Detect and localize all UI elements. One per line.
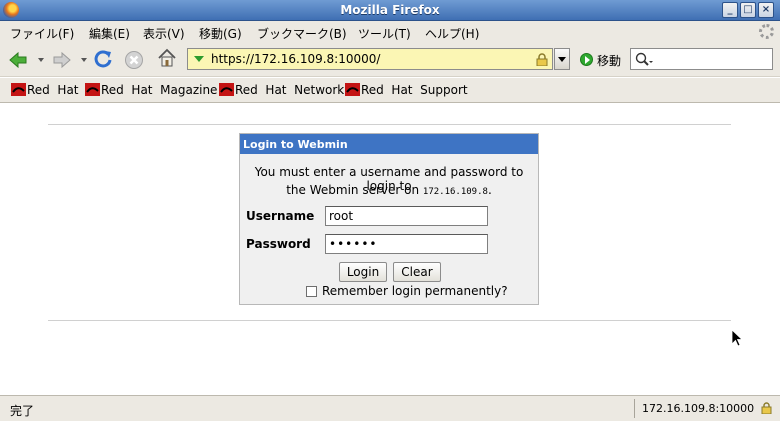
- login-message-prefix: the Webmin server on: [286, 183, 423, 197]
- password-label: Password: [246, 237, 311, 251]
- close-button[interactable]: ×: [758, 2, 774, 18]
- login-heading: Login to Webmin: [240, 134, 538, 154]
- menu-view[interactable]: 表示(V): [143, 25, 185, 42]
- bookmark-red-hat-support[interactable]: Red Hat Support: [361, 83, 468, 97]
- status-text: 完了: [10, 404, 35, 418]
- clear-button[interactable]: Clear: [393, 262, 441, 282]
- menu-tools[interactable]: ツール(T): [358, 25, 411, 42]
- username-label: Username: [246, 209, 315, 223]
- minimize-button[interactable]: _: [722, 2, 738, 18]
- go-button-label[interactable]: 移動: [597, 52, 621, 69]
- status-bar: 完了 172.16.109.8:10000: [0, 395, 780, 421]
- status-address: 172.16.109.8:10000: [642, 402, 755, 415]
- redhat-icon: [11, 83, 26, 96]
- divider-top: [48, 124, 731, 125]
- title-bar: Mozilla Firefox _ □ ×: [0, 0, 780, 21]
- username-field[interactable]: root: [325, 206, 488, 226]
- bookmark-red-hat-magazine[interactable]: Red Hat Magazine: [101, 83, 217, 97]
- login-message-suffix: .: [487, 183, 492, 197]
- padlock-icon[interactable]: [536, 53, 548, 66]
- bookmarks-toolbar: Red Hat Red Hat Magazine Red Hat Network…: [0, 78, 780, 103]
- remember-checkbox[interactable]: [306, 286, 317, 297]
- menu-file[interactable]: ファイル(F): [10, 25, 74, 42]
- window-title: Mozilla Firefox: [340, 3, 440, 17]
- menu-bar: ファイル(F) 編集(E) 表示(V) 移動(G) ブックマーク(B) ツール(…: [0, 21, 780, 43]
- redhat-icon: [85, 83, 100, 96]
- page-content: Login to Webmin You must enter a usernam…: [0, 104, 780, 395]
- search-input[interactable]: [630, 48, 773, 70]
- url-text[interactable]: https://172.16.109.8:10000/: [211, 52, 380, 66]
- menu-bookmarks[interactable]: ブックマーク(B): [257, 25, 347, 42]
- remember-label[interactable]: Remember login permanently?: [322, 284, 508, 298]
- menu-edit[interactable]: 編集(E): [89, 25, 130, 42]
- reload-icon[interactable]: [93, 49, 113, 69]
- home-icon[interactable]: [157, 48, 177, 68]
- redhat-icon: [219, 83, 234, 96]
- back-dropdown-icon[interactable]: [38, 58, 44, 62]
- padlock-icon[interactable]: [761, 402, 772, 414]
- server-ip: 172.16.109.8: [422, 187, 488, 197]
- back-icon[interactable]: [8, 50, 28, 70]
- mouse-pointer-icon: [731, 329, 743, 347]
- status-divider: [634, 399, 635, 418]
- stop-icon[interactable]: [124, 50, 144, 70]
- forward-dropdown-icon[interactable]: [81, 58, 87, 62]
- password-field[interactable]: ••••••: [325, 234, 488, 254]
- url-bar[interactable]: https://172.16.109.8:10000/: [187, 48, 553, 70]
- menu-help[interactable]: ヘルプ(H): [425, 25, 479, 42]
- throbber-icon: [759, 24, 774, 39]
- bookmark-red-hat[interactable]: Red Hat: [27, 83, 79, 97]
- site-identity-icon[interactable]: [194, 56, 204, 62]
- redhat-icon: [345, 83, 360, 96]
- go-icon[interactable]: [580, 53, 593, 66]
- login-button[interactable]: Login: [339, 262, 387, 282]
- url-dropdown-button[interactable]: [554, 48, 570, 70]
- login-form: Login to Webmin You must enter a usernam…: [239, 133, 539, 305]
- divider-bottom: [48, 320, 731, 321]
- menu-go[interactable]: 移動(G): [199, 25, 242, 42]
- bookmark-red-hat-network[interactable]: Red Hat Network: [235, 83, 344, 97]
- login-message-line2: the Webmin server on 172.16.109.8.: [240, 183, 538, 197]
- maximize-button[interactable]: □: [740, 2, 756, 18]
- search-icon[interactable]: [635, 52, 653, 67]
- forward-icon[interactable]: [52, 50, 72, 70]
